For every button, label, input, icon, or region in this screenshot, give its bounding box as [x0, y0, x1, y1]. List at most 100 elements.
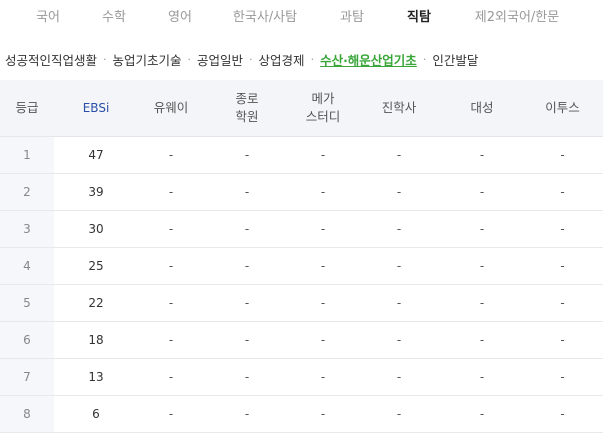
grade-cell: 8: [0, 395, 54, 433]
subject-tab[interactable]: 직탐: [407, 6, 431, 25]
table-row: 1 47- - - - - -: [0, 136, 603, 174]
score-cell: -: [356, 173, 442, 211]
score-cell: 6: [54, 395, 138, 433]
score-cell: -: [356, 247, 442, 285]
score-cell: -: [442, 210, 522, 248]
grade-cell: 4: [0, 247, 54, 285]
score-cell: -: [204, 210, 290, 248]
subject-tab[interactable]: 제2외국어/한문: [475, 6, 559, 25]
score-cell: -: [290, 358, 356, 396]
score-cell: -: [522, 210, 603, 248]
subject-tab[interactable]: 수학: [102, 6, 126, 25]
score-cell: -: [204, 247, 290, 285]
score-cell: 18: [54, 321, 138, 359]
score-cell: 22: [54, 284, 138, 322]
score-cell: -: [442, 247, 522, 285]
score-cell: -: [442, 284, 522, 322]
subject-tab[interactable]: 영어: [168, 6, 192, 25]
score-cell: -: [138, 136, 204, 174]
column-header: 진학사: [356, 80, 442, 137]
score-cell: -: [204, 358, 290, 396]
tab-separator: ·: [187, 52, 192, 66]
table-row: 7 13- - - - - -: [0, 358, 603, 396]
table-row: 4 25- - - - - -: [0, 247, 603, 285]
score-cell: -: [442, 173, 522, 211]
score-cell: -: [522, 321, 603, 359]
grade-cell: 7: [0, 358, 54, 396]
score-cell: -: [522, 358, 603, 396]
score-cell: -: [356, 358, 442, 396]
score-cell: -: [356, 321, 442, 359]
column-header: 종로 학원: [204, 80, 290, 137]
score-cell: -: [204, 173, 290, 211]
score-cell: -: [138, 247, 204, 285]
column-header: 메가 스터디: [290, 80, 356, 137]
score-cell: -: [442, 136, 522, 174]
sub-subject-tab[interactable]: 성공적인직업생활: [5, 50, 97, 69]
grade-cut-table: 등급 EBSi 유웨이 종로 학원 메가 스터디 진학사 대성 이투스 1 47- - - - - -2 3…: [0, 80, 603, 433]
score-cell: -: [138, 321, 204, 359]
column-header: 대성: [442, 80, 522, 137]
table-row: 6 18- - - - - -: [0, 321, 603, 359]
column-header: 등급: [0, 80, 54, 137]
column-header: 유웨이: [138, 80, 204, 137]
score-cell: -: [204, 284, 290, 322]
score-cell: -: [138, 395, 204, 433]
score-cell: -: [290, 284, 356, 322]
sub-subject-tab[interactable]: 인간발달: [432, 50, 478, 69]
score-cell: -: [356, 284, 442, 322]
score-cell: -: [522, 284, 603, 322]
score-cell: -: [290, 395, 356, 433]
score-cell: -: [442, 395, 522, 433]
score-cell: -: [356, 210, 442, 248]
score-cell: -: [356, 395, 442, 433]
sub-subject-tab[interactable]: 수산·해운산업기초: [320, 50, 417, 69]
table-body: 1 47- - - - - -2 39- - - - - -3 30- - - - - -4 25- - - - - -5 22-…: [0, 136, 603, 433]
grade-cell: 6: [0, 321, 54, 359]
score-cell: -: [138, 210, 204, 248]
grade-cell: 2: [0, 173, 54, 211]
score-cell: -: [442, 321, 522, 359]
table-row: 3 30- - - - - -: [0, 210, 603, 248]
score-cell: -: [290, 321, 356, 359]
score-cell: -: [204, 395, 290, 433]
score-cell: -: [138, 173, 204, 211]
table-header-row: 등급 EBSi 유웨이 종로 학원 메가 스터디 진학사 대성 이투스: [0, 80, 603, 137]
score-cell: -: [522, 247, 603, 285]
subject-tab-bar: 국어 수학 영어 한국사/사탐 과탐 직탐 제2외국어/한문: [0, 0, 603, 30]
table-row: 5 22- - - - - -: [0, 284, 603, 322]
score-cell: -: [290, 173, 356, 211]
score-cell: -: [138, 358, 204, 396]
score-cell: 25: [54, 247, 138, 285]
sub-subject-tab[interactable]: 공업일반: [197, 50, 243, 69]
score-cell: -: [290, 210, 356, 248]
score-cell: -: [290, 247, 356, 285]
subject-tab[interactable]: 국어: [36, 6, 60, 25]
subject-tab[interactable]: 과탐: [340, 6, 364, 25]
sub-subject-tab[interactable]: 농업기초기술: [113, 50, 182, 69]
score-cell: -: [522, 173, 603, 211]
score-cell: -: [204, 321, 290, 359]
score-cell: -: [138, 284, 204, 322]
score-cell: -: [442, 358, 522, 396]
score-cell: 30: [54, 210, 138, 248]
tab-separator: ·: [103, 52, 107, 66]
tab-separator: ·: [310, 52, 315, 66]
table-row: 86------: [0, 395, 603, 433]
grade-cell: 3: [0, 210, 54, 248]
column-header: 이투스: [522, 80, 603, 137]
score-cell: 47: [54, 136, 138, 174]
grade-cell: 1: [0, 136, 54, 174]
subject-tab[interactable]: 한국사/사탐: [233, 6, 297, 25]
score-cell: -: [522, 395, 603, 433]
tab-separator: ·: [422, 52, 427, 66]
score-cell: -: [290, 136, 356, 174]
score-cell: -: [356, 136, 442, 174]
grade-cell: 5: [0, 284, 54, 322]
column-header: EBSi: [54, 80, 138, 137]
table-row: 2 39- - - - - -: [0, 173, 603, 211]
score-cell: -: [204, 136, 290, 174]
sub-subject-tab[interactable]: 상업경제: [259, 50, 305, 69]
sub-subject-tab-bar: 성공적인직업생활 · 농업기초기술 · 공업일반 · 상업경제 · 수산·해운산업기초 · 인간발달: [5, 49, 478, 69]
tab-separator: ·: [249, 52, 253, 66]
